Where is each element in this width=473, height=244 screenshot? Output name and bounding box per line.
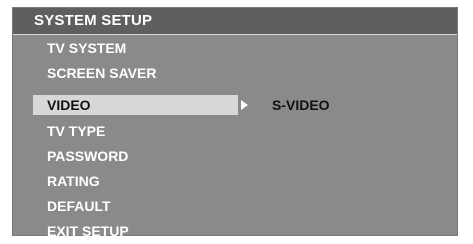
menu-item-tv-system[interactable]: TV SYSTEM	[33, 38, 238, 58]
menu-item-default[interactable]: DEFAULT	[33, 196, 238, 216]
video-output-value[interactable]: S-VIDEO	[272, 95, 330, 115]
menu-item-exit-setup[interactable]: EXIT SETUP	[33, 221, 238, 241]
menu-item-screen-saver[interactable]: SCREEN SAVER	[33, 63, 238, 83]
menu-item-video[interactable]: VIDEO	[33, 95, 238, 115]
menu-item-rating[interactable]: RATING	[33, 171, 238, 191]
menu-list: TV SYSTEM SCREEN SAVER VIDEO TV TYPE PAS…	[13, 35, 457, 239]
menu-title: SYSTEM SETUP	[34, 12, 153, 29]
menu-header: SYSTEM SETUP	[13, 8, 457, 34]
menu-item-tv-type[interactable]: TV TYPE	[33, 121, 238, 141]
system-setup-menu: SYSTEM SETUP TV SYSTEM SCREEN SAVER VIDE…	[12, 7, 458, 239]
triangle-right-icon	[241, 100, 248, 110]
menu-item-password[interactable]: PASSWORD	[33, 146, 238, 166]
